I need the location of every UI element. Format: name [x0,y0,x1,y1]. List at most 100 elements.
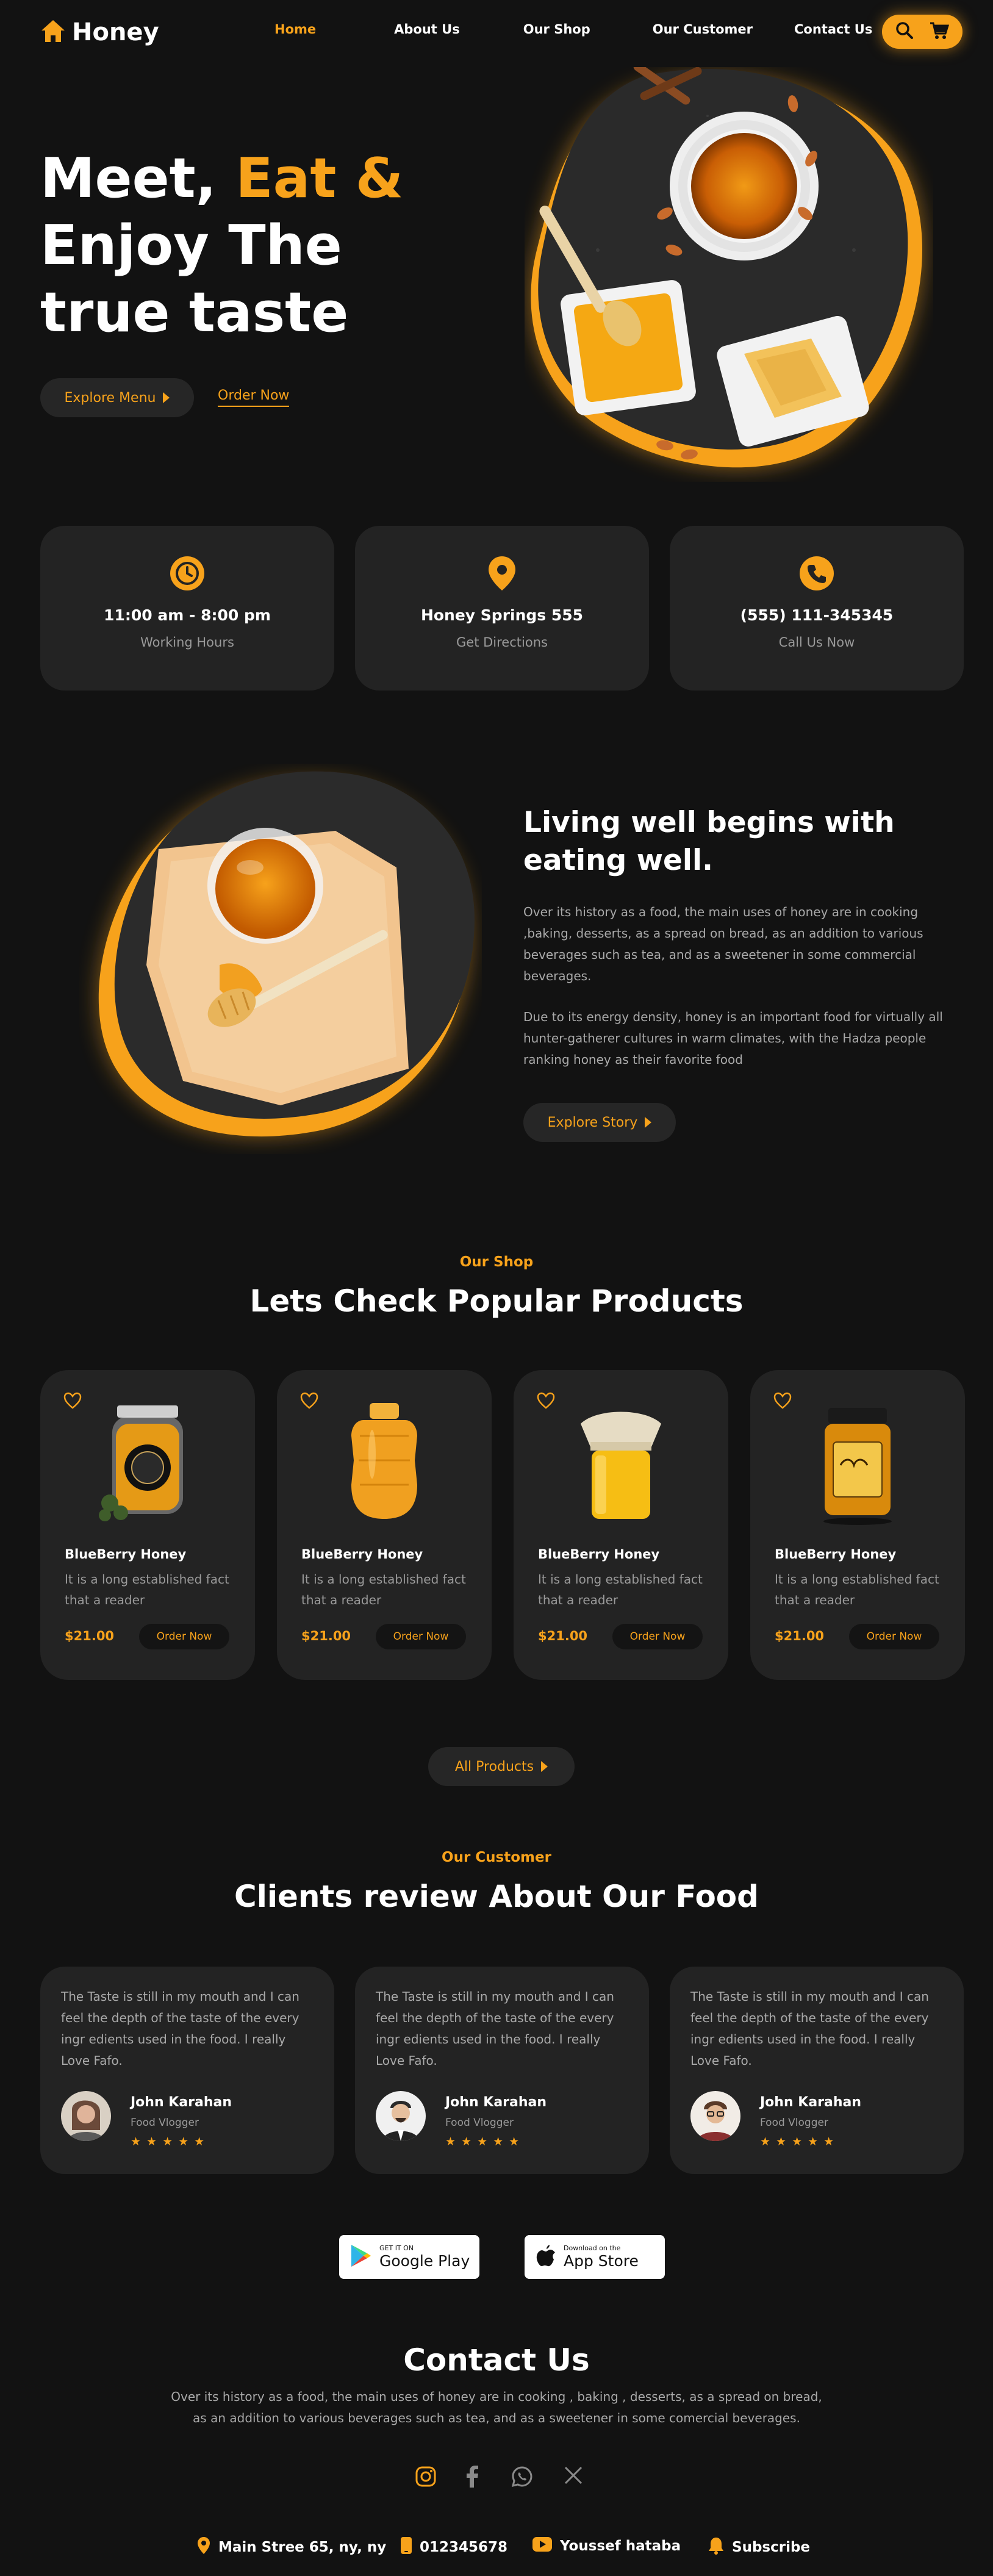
footer-phone[interactable]: 012345678 [400,2536,507,2558]
explore-story-label: Explore Story [547,1114,638,1130]
about-title: Living well begins with eating well. [523,806,895,877]
customer-section-tag: Our Customer [442,1849,551,1865]
info-title: Honey Springs 555 [420,606,584,624]
nav-our-shop[interactable]: Our Shop [523,22,590,37]
google-play-badge[interactable]: GET IT ON Google Play [339,2235,479,2279]
info-subtitle: Working Hours [140,635,234,650]
instagram-icon[interactable] [415,2466,437,2490]
reviewer-name: John Karahan [445,2095,547,2110]
about-paragraph-1: Over its history as a food, the main use… [523,905,923,983]
order-now-button[interactable]: Order Now [139,1624,229,1649]
hero-title-part1: Meet, [40,146,236,210]
reviewer-name: John Karahan [131,2095,232,2110]
apple-icon [536,2244,556,2270]
product-card[interactable]: BlueBerry Honey It is a long established… [277,1370,492,1680]
product-price: $21.00 [301,1629,351,1643]
product-description: It is a long established fact that a rea… [538,1572,703,1607]
reviewer-role: Food Vlogger [760,2117,828,2129]
search-icon[interactable] [895,21,914,42]
about-honey-image [79,764,482,1154]
explore-menu-button[interactable]: Explore Menu [40,378,194,417]
heart-icon[interactable] [773,1392,792,1412]
nav-our-customer[interactable]: Our Customer [653,22,753,37]
heart-icon[interactable] [63,1392,82,1412]
review-card: The Taste is still in my mouth and I can… [355,1967,649,2174]
whatsapp-icon[interactable] [511,2466,533,2490]
explore-story-button[interactable]: Explore Story [523,1103,676,1142]
customer-section-title: Clients review About Our Food [234,1879,759,1914]
hero-order-now-link[interactable]: Order Now [218,388,290,407]
product-card[interactable]: BlueBerry Honey It is a long established… [514,1370,728,1680]
product-name: BlueBerry Honey [301,1547,423,1562]
footer-address-label: Main Stree 65, ny, ny [218,2539,387,2555]
clock-icon [169,555,206,592]
order-now-button[interactable]: Order Now [612,1624,703,1649]
app-store-small: Download on the [564,2244,621,2252]
heart-icon[interactable] [300,1392,318,1412]
product-price: $21.00 [775,1629,825,1643]
hero-title-accent: Eat & [235,146,404,210]
info-title: 11:00 am - 8:00 pm [104,606,271,624]
product-image [572,1399,670,1527]
product-card[interactable]: BlueBerry Honey It is a long established… [40,1370,255,1680]
review-text: The Taste is still in my mouth and I can… [61,1989,299,2068]
product-price: $21.00 [538,1629,588,1643]
footer-subscribe-label: Subscribe [732,2539,811,2555]
star-rating: ★★★★★ [445,2135,525,2148]
main-nav: Home About Us Our Shop Our Customer Cont… [274,22,872,37]
mobile-phone-icon [400,2536,412,2558]
nav-home[interactable]: Home [274,22,316,37]
heart-icon[interactable] [537,1392,555,1412]
footer-youtube[interactable]: Youssef hataba [532,2536,681,2556]
review-card: The Taste is still in my mouth and I can… [40,1967,334,2174]
product-description: It is a long established fact that a rea… [301,1572,466,1607]
product-image [809,1399,906,1527]
play-arrow-icon [645,1117,652,1128]
info-card-phone[interactable]: (555) 111-345345 Call Us Now [670,526,964,691]
play-arrow-icon [541,1761,548,1772]
cart-icon[interactable] [930,21,950,42]
product-description: It is a long established fact that a rea… [775,1572,939,1607]
info-subtitle: Call Us Now [778,635,855,650]
nav-contact-us[interactable]: Contact Us [794,22,872,37]
shop-section-title: Lets Check Popular Products [249,1283,744,1319]
hero-title: Meet, Eat & Enjoy The true taste [40,145,467,346]
contact-text: Over its history as a food, the main use… [171,2389,822,2425]
shop-section-tag: Our Shop [459,1254,534,1270]
order-now-button[interactable]: Order Now [376,1624,466,1649]
review-text: The Taste is still in my mouth and I can… [376,1989,614,2068]
reviewer-name: John Karahan [760,2095,862,2110]
google-play-small: GET IT ON [379,2244,414,2252]
product-card[interactable]: BlueBerry Honey It is a long established… [750,1370,965,1680]
x-icon[interactable] [564,2466,583,2488]
footer-subscribe[interactable]: Subscribe [708,2536,810,2558]
avatar [376,2091,426,2141]
star-rating: ★★★★★ [760,2135,840,2148]
review-text: The Taste is still in my mouth and I can… [690,1989,929,2068]
contact-title: Contact Us [403,2342,590,2378]
order-now-button[interactable]: Order Now [849,1624,939,1649]
info-title: (555) 111-345345 [740,606,894,624]
google-play-icon [350,2244,372,2270]
nav-about-us[interactable]: About Us [394,22,460,37]
info-card-location[interactable]: Honey Springs 555 Get Directions [355,526,649,691]
avatar [61,2091,111,2141]
review-card: The Taste is still in my mouth and I can… [670,1967,964,2174]
info-card-hours: 11:00 am - 8:00 pm Working Hours [40,526,334,691]
nav-actions [882,15,963,49]
app-store-badge[interactable]: Download on the App Store [525,2235,665,2279]
reviewer-role: Food Vlogger [131,2117,199,2129]
brand-name: Honey [72,18,159,46]
product-name: BlueBerry Honey [538,1547,660,1562]
bell-icon [708,2536,725,2558]
home-icon [40,19,66,46]
product-name: BlueBerry Honey [65,1547,187,1562]
footer-address[interactable]: Main Stree 65, ny, ny [196,2536,386,2558]
hero-honey-image [525,62,933,482]
product-image [99,1399,196,1527]
all-products-button[interactable]: All Products [428,1747,575,1786]
facebook-icon[interactable] [465,2466,479,2490]
footer-phone-label: 012345678 [420,2539,508,2555]
google-play-big: Google Play [379,2252,470,2270]
brand-logo[interactable]: Honey [40,18,159,46]
